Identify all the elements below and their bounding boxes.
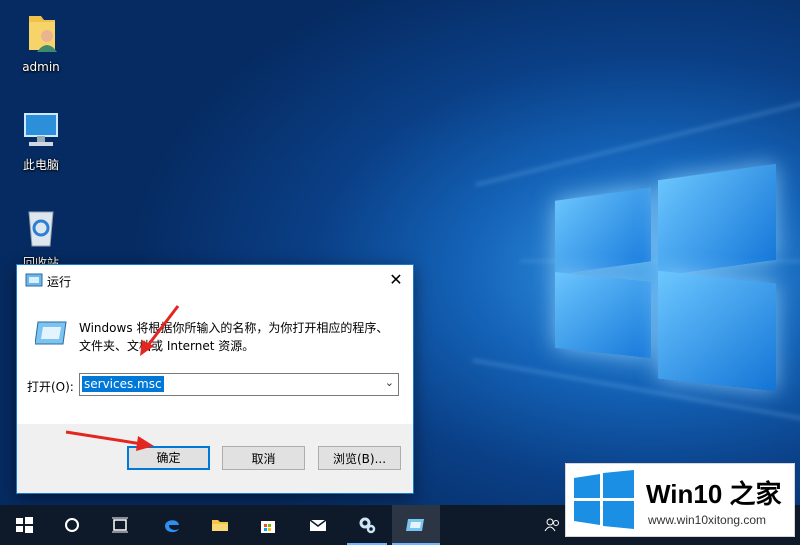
- open-label: 打开(O):: [27, 380, 74, 394]
- desktop-icon-admin[interactable]: admin: [6, 10, 76, 74]
- watermark: Win10 之家 www.win10xitong.com: [565, 463, 795, 537]
- close-button[interactable]: ✕: [379, 265, 413, 295]
- desktop-icon-recycle-bin[interactable]: 回收站: [6, 204, 76, 271]
- windows-logo-pane: [658, 163, 776, 277]
- watermark-title: Win10 之家: [646, 479, 782, 509]
- desktop-icon-label: 此电脑: [22, 158, 59, 172]
- watermark-url: www.win10xitong.com: [648, 513, 767, 527]
- services-icon: [359, 517, 376, 534]
- store-icon: [261, 521, 275, 533]
- run-icon: [25, 273, 43, 287]
- run-program-icon: [34, 318, 69, 348]
- cortana-icon: [65, 518, 79, 532]
- run-icon: [406, 519, 424, 531]
- edge-button[interactable]: [148, 505, 196, 545]
- people-button[interactable]: [538, 505, 568, 545]
- edge-icon: [165, 520, 179, 533]
- recycle-bin-icon: [17, 204, 65, 252]
- computer-icon: [17, 106, 65, 154]
- windows-logo-pane: [555, 187, 651, 275]
- windows-logo-pane: [658, 270, 776, 392]
- run-taskbar-button[interactable]: [392, 505, 440, 545]
- desktop-icon-label: admin: [22, 60, 60, 74]
- open-input-value[interactable]: services.msc: [82, 376, 164, 392]
- file-explorer-button[interactable]: [196, 505, 244, 545]
- run-dialog: 运行 ✕ Windows 将根据你所输入的名称，为你打开相应的程序、文件夹、文档…: [16, 264, 414, 494]
- windows-logo-icon: [574, 470, 634, 529]
- cortana-button[interactable]: [48, 505, 96, 545]
- store-button[interactable]: [244, 505, 292, 545]
- desktop-icon-this-pc[interactable]: 此电脑: [6, 106, 76, 173]
- people-icon: [544, 518, 559, 532]
- mail-button[interactable]: [294, 505, 342, 545]
- windows-logo-pane: [555, 271, 651, 359]
- run-description: Windows 将根据你所输入的名称，为你打开相应的程序、文件夹、文档或 Int…: [79, 321, 389, 353]
- file-explorer-icon: [212, 520, 228, 531]
- red-arrow-annotation: [140, 305, 180, 356]
- chevron-down-icon[interactable]: ⌄: [385, 376, 394, 389]
- services-button[interactable]: [343, 505, 391, 545]
- run-dialog-titlebar[interactable]: 运行 ✕: [17, 265, 413, 296]
- user-folder-icon: [17, 10, 65, 58]
- red-arrow-annotation: [65, 430, 154, 451]
- task-view-icon: [112, 517, 128, 533]
- browse-button[interactable]: 浏览(B)...: [318, 446, 401, 470]
- mail-icon: [309, 519, 327, 531]
- start-button[interactable]: [0, 505, 48, 545]
- open-combobox[interactable]: services.msc ⌄: [79, 373, 399, 396]
- task-view-button[interactable]: [96, 505, 144, 545]
- cancel-button[interactable]: 取消: [222, 446, 305, 470]
- start-icon: [16, 517, 33, 533]
- run-dialog-title: 运行: [47, 275, 72, 289]
